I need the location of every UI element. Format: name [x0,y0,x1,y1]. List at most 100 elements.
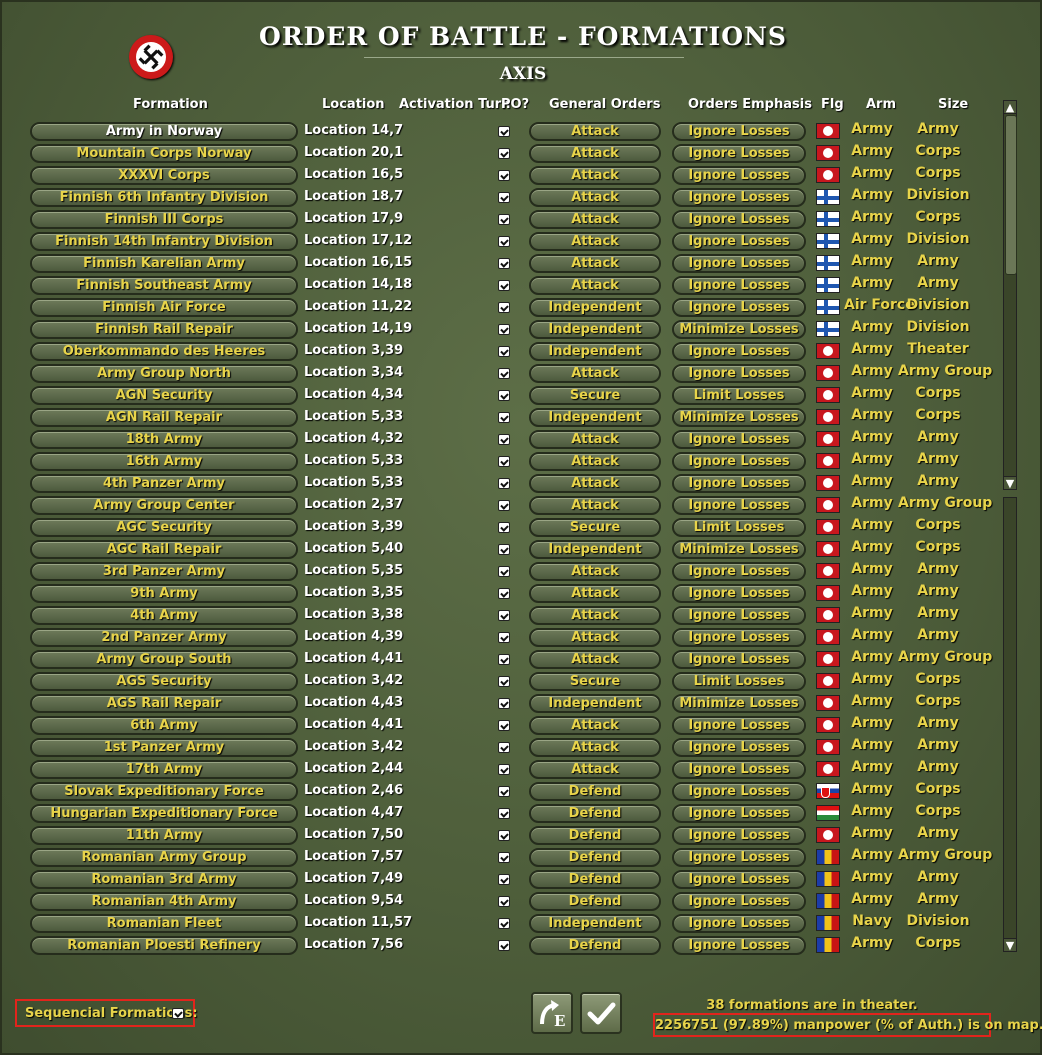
general-orders-button[interactable]: Defend [529,892,661,911]
formation-button[interactable]: Army in Norway [30,122,298,141]
orders-emphasis-button[interactable]: Minimize Losses [672,694,806,713]
formation-button[interactable]: Army Group South [30,650,298,669]
orders-emphasis-button[interactable]: Ignore Losses [672,232,806,251]
formation-button[interactable]: Finnish Rail Repair [30,320,298,339]
general-orders-button[interactable]: Attack [529,716,661,735]
po-checkbox[interactable] [498,676,510,687]
formation-button[interactable]: 18th Army [30,430,298,449]
formation-button[interactable]: Finnish 14th Infantry Division [30,232,298,251]
formation-button[interactable]: Finnish III Corps [30,210,298,229]
po-checkbox[interactable] [498,786,510,797]
general-orders-button[interactable]: Attack [529,474,661,493]
po-checkbox[interactable] [498,918,510,929]
scrollbar-bottom[interactable] [1003,497,1017,952]
general-orders-button[interactable]: Independent [529,298,661,317]
sequential-formations-option[interactable]: Sequencial Formations: [15,999,198,1027]
po-checkbox[interactable] [498,566,510,577]
orders-emphasis-button[interactable]: Ignore Losses [672,298,806,317]
scroll-up-arrow-icon[interactable]: ▲ [1003,100,1017,114]
formation-button[interactable]: 17th Army [30,760,298,779]
orders-emphasis-button[interactable]: Ignore Losses [672,782,806,801]
formation-button[interactable]: AGN Security [30,386,298,405]
general-orders-button[interactable]: Attack [529,122,661,141]
general-orders-button[interactable]: Independent [529,540,661,559]
orders-emphasis-button[interactable]: Ignore Losses [672,188,806,207]
orders-emphasis-button[interactable]: Ignore Losses [672,936,806,955]
po-checkbox[interactable] [498,390,510,401]
general-orders-button[interactable]: Attack [529,606,661,625]
column-header-activation-turn[interactable]: Activation Turn [399,97,510,112]
formation-button[interactable]: 2nd Panzer Army [30,628,298,647]
general-orders-button[interactable]: Attack [529,452,661,471]
general-orders-button[interactable]: Attack [529,210,661,229]
general-orders-button[interactable]: Attack [529,254,661,273]
orders-emphasis-button[interactable]: Ignore Losses [672,210,806,229]
orders-emphasis-button[interactable]: Ignore Losses [672,122,806,141]
po-checkbox[interactable] [498,126,510,137]
po-checkbox[interactable] [498,148,510,159]
orders-emphasis-button[interactable]: Minimize Losses [672,540,806,559]
orders-emphasis-button[interactable]: Ignore Losses [672,628,806,647]
general-orders-button[interactable]: Attack [529,144,661,163]
formation-button[interactable]: 6th Army [30,716,298,735]
po-checkbox[interactable] [498,698,510,709]
column-header-formation[interactable]: Formation [133,97,208,112]
orders-emphasis-button[interactable]: Limit Losses [672,518,806,537]
po-checkbox[interactable] [498,654,510,665]
orders-emphasis-button[interactable]: Ignore Losses [672,914,806,933]
formation-button[interactable]: AGS Security [30,672,298,691]
general-orders-button[interactable]: Independent [529,408,661,427]
general-orders-button[interactable]: Defend [529,782,661,801]
po-checkbox[interactable] [498,522,510,533]
general-orders-button[interactable]: Secure [529,386,661,405]
formation-button[interactable]: Finnish Southeast Army [30,276,298,295]
general-orders-button[interactable]: Independent [529,320,661,339]
formation-button[interactable]: AGN Rail Repair [30,408,298,427]
orders-emphasis-button[interactable]: Ignore Losses [672,584,806,603]
orders-emphasis-button[interactable]: Ignore Losses [672,276,806,295]
general-orders-button[interactable]: Defend [529,936,661,955]
po-checkbox[interactable] [498,896,510,907]
orders-emphasis-button[interactable]: Ignore Losses [672,760,806,779]
po-checkbox[interactable] [498,280,510,291]
orders-emphasis-button[interactable]: Ignore Losses [672,826,806,845]
po-checkbox[interactable] [498,500,510,511]
orders-emphasis-button[interactable]: Limit Losses [672,672,806,691]
po-checkbox[interactable] [498,412,510,423]
general-orders-button[interactable]: Secure [529,672,661,691]
formation-button[interactable]: Romanian 3rd Army [30,870,298,889]
formation-button[interactable]: XXXVI Corps [30,166,298,185]
po-checkbox[interactable] [498,456,510,467]
orders-emphasis-button[interactable]: Ignore Losses [672,804,806,823]
po-checkbox[interactable] [498,830,510,841]
orders-emphasis-button[interactable]: Ignore Losses [672,474,806,493]
formation-button[interactable]: 3rd Panzer Army [30,562,298,581]
orders-emphasis-button[interactable]: Ignore Losses [672,716,806,735]
formation-button[interactable]: Finnish Karelian Army [30,254,298,273]
general-orders-button[interactable]: Attack [529,496,661,515]
column-header-general-orders[interactable]: General Orders [549,97,660,112]
general-orders-button[interactable]: Defend [529,848,661,867]
po-checkbox[interactable] [498,610,510,621]
general-orders-button[interactable]: Attack [529,232,661,251]
formation-button[interactable]: Romanian Army Group [30,848,298,867]
formation-button[interactable]: Slovak Expeditionary Force [30,782,298,801]
orders-emphasis-button[interactable]: Ignore Losses [672,496,806,515]
po-checkbox[interactable] [498,214,510,225]
general-orders-button[interactable]: Attack [529,650,661,669]
general-orders-button[interactable]: Independent [529,342,661,361]
general-orders-button[interactable]: Independent [529,914,661,933]
formation-button[interactable]: 1st Panzer Army [30,738,298,757]
general-orders-button[interactable]: Secure [529,518,661,537]
general-orders-button[interactable]: Attack [529,430,661,449]
po-checkbox[interactable] [498,852,510,863]
orders-emphasis-button[interactable]: Minimize Losses [672,320,806,339]
export-button[interactable]: E [531,992,573,1034]
formation-button[interactable]: Army Group North [30,364,298,383]
general-orders-button[interactable]: Attack [529,760,661,779]
general-orders-button[interactable]: Attack [529,166,661,185]
column-header-size[interactable]: Size [938,97,968,112]
formation-button[interactable]: Finnish 6th Infantry Division [30,188,298,207]
po-checkbox[interactable] [498,324,510,335]
formation-button[interactable]: 11th Army [30,826,298,845]
